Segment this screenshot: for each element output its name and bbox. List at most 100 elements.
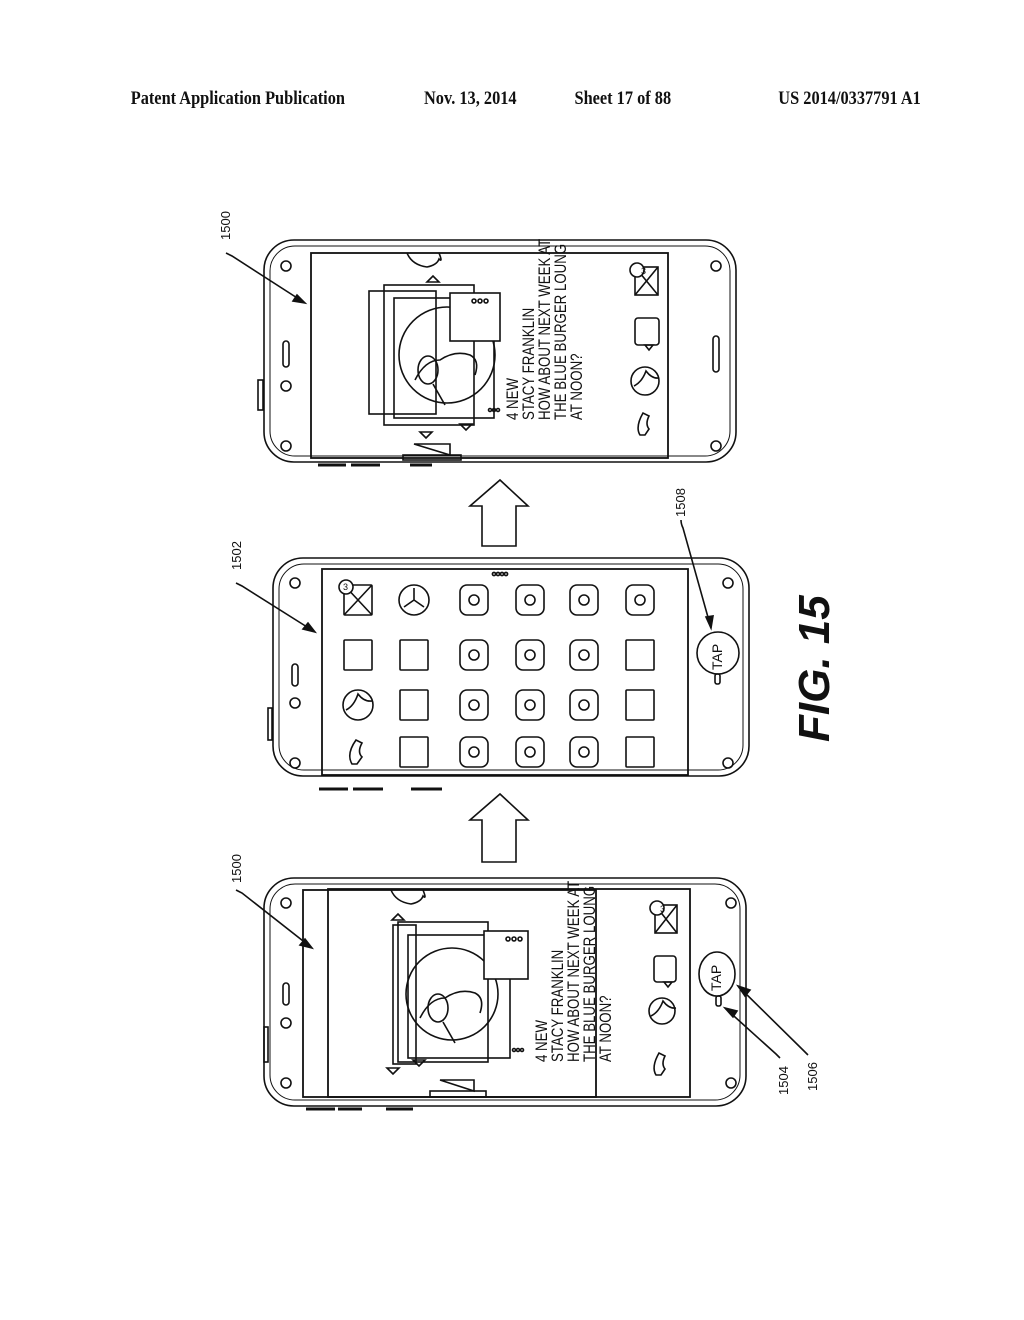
- map-icon[interactable]: [399, 736, 429, 768]
- app-grid: 3: [338, 579, 655, 768]
- ref-label-1500-top: 1500: [218, 211, 233, 240]
- phone-bottom: [263, 877, 747, 1111]
- browser-icon: [648, 997, 677, 1025]
- app-window-icon[interactable]: [569, 689, 599, 721]
- dot-icon: [487, 407, 493, 413]
- sensor-icon: [289, 697, 301, 709]
- sensor-icon: [280, 380, 292, 392]
- mail-badge-count: 3: [641, 266, 646, 276]
- leader-line-1506: [737, 985, 809, 1056]
- ref-label-1506: 1506: [805, 1062, 820, 1091]
- tap-label-middle: TAP: [709, 643, 725, 670]
- partial-carousel-icon: [390, 889, 426, 905]
- contacts-icon[interactable]: [625, 639, 655, 671]
- sensor-icon: [710, 260, 722, 272]
- sensor-icon: [280, 1077, 292, 1089]
- app-stack-icon[interactable]: [569, 736, 599, 768]
- leader-line-1508: [680, 519, 712, 629]
- phone-body-inner: [278, 563, 744, 771]
- message-icon[interactable]: [343, 639, 373, 671]
- carousel-arrow-icon: [390, 912, 406, 921]
- leader-arrowhead: [704, 615, 714, 631]
- ref-label-1500-bottom: 1500: [229, 854, 244, 883]
- leader-arrowhead: [301, 621, 318, 634]
- phone-body-inner: [269, 245, 731, 457]
- tap-label-bottom: TAP: [708, 964, 724, 991]
- carousel-arrow-icon: [411, 1059, 427, 1068]
- dot-icon: [515, 1047, 521, 1053]
- sensor-icon: [289, 577, 301, 589]
- message-line: AT NOON?: [596, 995, 615, 1062]
- calculator-icon[interactable]: [569, 584, 599, 616]
- ref-label-1508: 1508: [673, 488, 688, 517]
- app-bird-icon[interactable]: [515, 736, 545, 768]
- phone-screen: [321, 568, 689, 776]
- message-icon: [634, 317, 660, 352]
- carousel-card-back: [368, 290, 437, 415]
- document-icon[interactable]: [399, 689, 429, 721]
- phone-screen: [310, 252, 669, 459]
- notification-text-top: 4 NEW STACY FRANKLIN HOW ABOUT NEXT WEEK…: [503, 239, 586, 420]
- sensor-icon: [280, 897, 292, 909]
- sensor-icon: [722, 577, 734, 589]
- app-triangle-icon[interactable]: [459, 584, 489, 616]
- app-book-icon[interactable]: [515, 639, 545, 671]
- phone-middle: [267, 557, 750, 791]
- sensor-icon: [289, 757, 301, 769]
- transition-arrow-top: [467, 478, 531, 547]
- speaker-slot: [291, 663, 299, 687]
- side-button: [257, 379, 264, 411]
- speaker-slot: [282, 340, 290, 368]
- side-button: [263, 1026, 269, 1063]
- leader-line-1500-bottom: [235, 889, 313, 949]
- page-dot: [503, 571, 509, 577]
- sensor-icon: [710, 440, 722, 452]
- phone-body-outer: [263, 877, 747, 1107]
- dot-icon: [495, 407, 501, 413]
- figure-label: FIG. 15: [790, 595, 839, 742]
- app-tools-icon[interactable]: [515, 689, 545, 721]
- sensor-icon: [280, 1017, 292, 1029]
- figure-drawing: 3 3 3: [225, 239, 809, 1111]
- app-cart-icon[interactable]: [459, 639, 489, 671]
- side-button: [267, 707, 273, 741]
- home-slot: [712, 335, 720, 373]
- folder-icon[interactable]: [625, 689, 655, 721]
- browser-icon[interactable]: [342, 689, 374, 721]
- leader-line-1502: [235, 582, 316, 633]
- partial-carousel-icon: [439, 1079, 475, 1093]
- dot-icon: [511, 1047, 517, 1053]
- phone-body-inner: [269, 883, 741, 1101]
- partial-carousel-icon: [406, 252, 442, 268]
- mail-icon[interactable]: 3: [338, 579, 373, 616]
- partial-carousel-icon: [413, 443, 451, 457]
- phone-icon: [653, 1051, 667, 1076]
- app-music-icon[interactable]: [459, 689, 489, 721]
- notification-text-bottom: 4 NEW STACY FRANKLIN HOW ABOUT NEXT WEEK…: [532, 881, 615, 1062]
- app-cube-icon[interactable]: [459, 736, 489, 768]
- phone-icon[interactable]: [348, 738, 364, 765]
- message-line: AT NOON?: [567, 353, 586, 420]
- speaker-slot: [282, 982, 290, 1006]
- ref-label-1502: 1502: [229, 541, 244, 570]
- app-leaf-icon[interactable]: [515, 584, 545, 616]
- sensor-icon: [280, 440, 292, 452]
- sensor-icon: [722, 757, 734, 769]
- clock-icon[interactable]: [398, 584, 430, 616]
- mail-badge-count: 3: [660, 904, 665, 914]
- carousel-arrow-icon: [385, 1067, 401, 1076]
- phone-screen: [327, 888, 691, 1098]
- dot-icon: [519, 1047, 525, 1053]
- phone-icon: [637, 411, 651, 436]
- sensor-icon: [725, 1077, 737, 1089]
- cards-icon[interactable]: [625, 736, 655, 768]
- page-dot: [495, 571, 501, 577]
- app-globe-icon[interactable]: [625, 584, 655, 616]
- app-shop-icon[interactable]: [569, 639, 599, 671]
- carousel-arrow-icon: [418, 431, 434, 440]
- carousel-card-back: [392, 924, 417, 1065]
- partial-carousel-icon: [429, 1090, 487, 1098]
- photo-frame-icon[interactable]: [399, 639, 429, 671]
- leader-arrowhead: [722, 1006, 739, 1019]
- browser-icon: [630, 366, 660, 396]
